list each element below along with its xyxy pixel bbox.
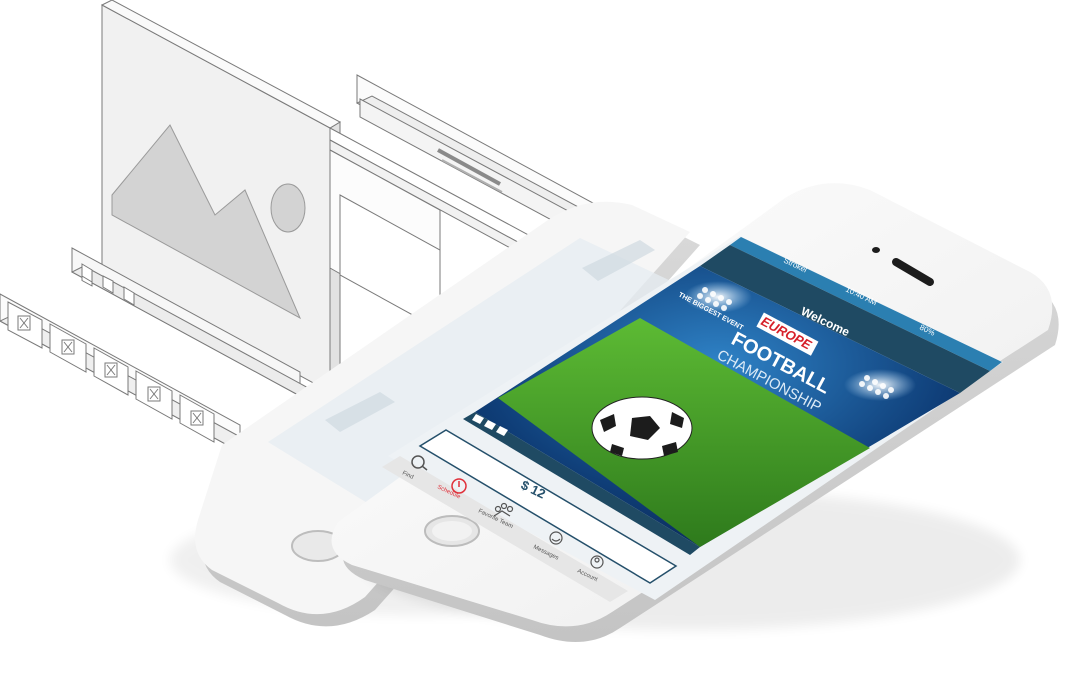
soccer-ball-icon: [591, 396, 693, 460]
front-camera: [872, 247, 880, 253]
home-button[interactable]: [424, 515, 480, 547]
illustration-scene: THE BIGGEST EVENT EUROPE FOOTBALL CHAMPI…: [0, 0, 1073, 676]
